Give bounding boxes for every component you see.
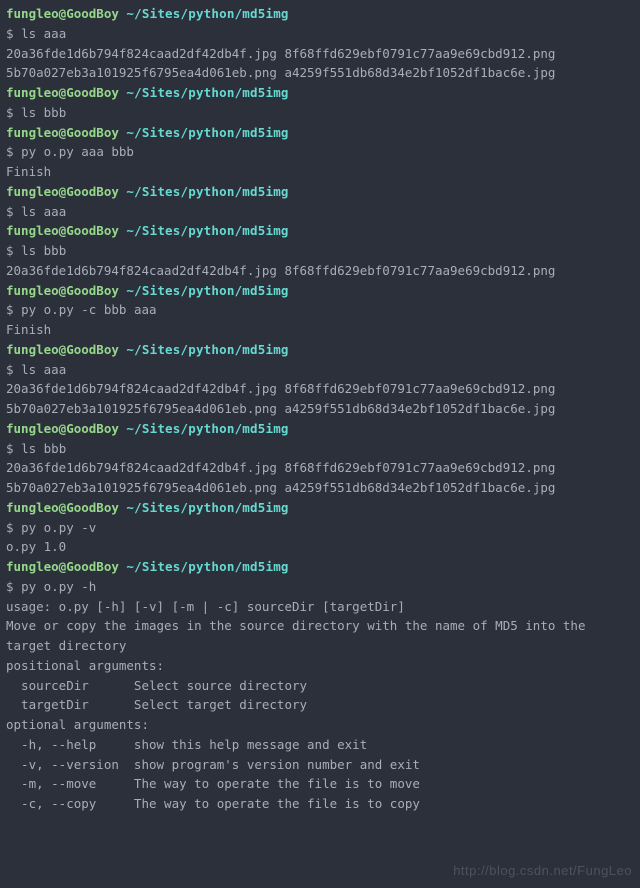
file-2: 8f68ffd629ebf0791c77aa9e69cbd912.png bbox=[284, 46, 555, 61]
prompt-line: fungleo@GoodBoy ~/Sites/python/md5img bbox=[6, 557, 634, 577]
prompt-user: fungleo@GoodBoy bbox=[6, 6, 119, 21]
command-text: ls bbb bbox=[21, 243, 66, 258]
prompt-user: fungleo@GoodBoy bbox=[6, 125, 119, 140]
file-4: a4259f551db68d34e2bf1052df1bac6e.jpg bbox=[284, 480, 555, 495]
output-line: 20a36fde1d6b794f824caad2df42db4f.jpg 8f6… bbox=[6, 379, 634, 399]
command-line: $ py o.py aaa bbb bbox=[6, 142, 634, 162]
command-line: $ ls bbb bbox=[6, 439, 634, 459]
command-text: py o.py -h bbox=[21, 579, 96, 594]
prompt-path: ~/Sites/python/md5img bbox=[126, 85, 288, 100]
prompt-path: ~/Sites/python/md5img bbox=[126, 500, 288, 515]
prompt-line: fungleo@GoodBoy ~/Sites/python/md5img bbox=[6, 281, 634, 301]
help-opt-v: -v, --version show program's version num… bbox=[6, 755, 634, 775]
file-1: 20a36fde1d6b794f824caad2df42db4f.jpg bbox=[6, 460, 277, 475]
help-desc: target directory bbox=[6, 636, 634, 656]
prompt-line: fungleo@GoodBoy ~/Sites/python/md5img bbox=[6, 340, 634, 360]
prompt-line: fungleo@GoodBoy ~/Sites/python/md5img bbox=[6, 182, 634, 202]
file-1: 20a36fde1d6b794f824caad2df42db4f.jpg bbox=[6, 381, 277, 396]
prompt-path: ~/Sites/python/md5img bbox=[126, 342, 288, 357]
file-4: a4259f551db68d34e2bf1052df1bac6e.jpg bbox=[284, 401, 555, 416]
prompt-symbol: $ bbox=[6, 26, 14, 41]
terminal[interactable]: fungleo@GoodBoy ~/Sites/python/md5img $ … bbox=[6, 4, 634, 814]
prompt-line: fungleo@GoodBoy ~/Sites/python/md5img bbox=[6, 4, 634, 24]
prompt-line: fungleo@GoodBoy ~/Sites/python/md5img bbox=[6, 221, 634, 241]
file-2: 8f68ffd629ebf0791c77aa9e69cbd912.png bbox=[284, 263, 555, 278]
prompt-symbol: $ bbox=[6, 204, 14, 219]
prompt-line: fungleo@GoodBoy ~/Sites/python/md5img bbox=[6, 123, 634, 143]
help-opt-header: optional arguments: bbox=[6, 715, 634, 735]
file-3: 5b70a027eb3a101925f6795ea4d061eb.png bbox=[6, 480, 277, 495]
help-opt-h: -h, --help show this help message and ex… bbox=[6, 735, 634, 755]
prompt-path: ~/Sites/python/md5img bbox=[126, 184, 288, 199]
output-line: 5b70a027eb3a101925f6795ea4d061eb.png a42… bbox=[6, 63, 634, 83]
watermark-text: http://blog.csdn.net/FungLeo bbox=[453, 861, 632, 882]
prompt-symbol: $ bbox=[6, 441, 14, 456]
prompt-user: fungleo@GoodBoy bbox=[6, 85, 119, 100]
file-4: a4259f551db68d34e2bf1052df1bac6e.jpg bbox=[284, 65, 555, 80]
command-line: $ ls bbb bbox=[6, 103, 634, 123]
prompt-path: ~/Sites/python/md5img bbox=[126, 559, 288, 574]
command-line: $ ls aaa bbox=[6, 202, 634, 222]
command-line: $ ls aaa bbox=[6, 360, 634, 380]
prompt-line: fungleo@GoodBoy ~/Sites/python/md5img bbox=[6, 498, 634, 518]
prompt-line: fungleo@GoodBoy ~/Sites/python/md5img bbox=[6, 83, 634, 103]
command-text: ls aaa bbox=[21, 204, 66, 219]
help-pos-source: sourceDir Select source directory bbox=[6, 676, 634, 696]
file-2: 8f68ffd629ebf0791c77aa9e69cbd912.png bbox=[284, 381, 555, 396]
prompt-symbol: $ bbox=[6, 520, 14, 535]
prompt-path: ~/Sites/python/md5img bbox=[126, 223, 288, 238]
prompt-user: fungleo@GoodBoy bbox=[6, 283, 119, 298]
command-text: ls aaa bbox=[21, 362, 66, 377]
command-line: $ py o.py -h bbox=[6, 577, 634, 597]
command-line: $ py o.py -v bbox=[6, 518, 634, 538]
prompt-user: fungleo@GoodBoy bbox=[6, 500, 119, 515]
output-line: 20a36fde1d6b794f824caad2df42db4f.jpg 8f6… bbox=[6, 44, 634, 64]
help-opt-c: -c, --copy The way to operate the file i… bbox=[6, 794, 634, 814]
file-3: 5b70a027eb3a101925f6795ea4d061eb.png bbox=[6, 65, 277, 80]
command-line: $ ls bbb bbox=[6, 241, 634, 261]
prompt-symbol: $ bbox=[6, 243, 14, 258]
command-text: ls bbb bbox=[21, 441, 66, 456]
output-line: o.py 1.0 bbox=[6, 537, 634, 557]
prompt-symbol: $ bbox=[6, 144, 14, 159]
prompt-user: fungleo@GoodBoy bbox=[6, 342, 119, 357]
command-line: $ py o.py -c bbb aaa bbox=[6, 300, 634, 320]
command-text: py o.py -v bbox=[21, 520, 96, 535]
file-1: 20a36fde1d6b794f824caad2df42db4f.jpg bbox=[6, 263, 277, 278]
prompt-path: ~/Sites/python/md5img bbox=[126, 283, 288, 298]
prompt-user: fungleo@GoodBoy bbox=[6, 223, 119, 238]
output-line: 20a36fde1d6b794f824caad2df42db4f.jpg 8f6… bbox=[6, 458, 634, 478]
command-line: $ ls aaa bbox=[6, 24, 634, 44]
prompt-user: fungleo@GoodBoy bbox=[6, 421, 119, 436]
command-text: py o.py -c bbb aaa bbox=[21, 302, 156, 317]
output-line: Finish bbox=[6, 162, 634, 182]
command-text: py o.py aaa bbb bbox=[21, 144, 134, 159]
prompt-symbol: $ bbox=[6, 579, 14, 594]
help-desc: Move or copy the images in the source di… bbox=[6, 616, 634, 636]
help-opt-m: -m, --move The way to operate the file i… bbox=[6, 774, 634, 794]
file-1: 20a36fde1d6b794f824caad2df42db4f.jpg bbox=[6, 46, 277, 61]
prompt-symbol: $ bbox=[6, 105, 14, 120]
prompt-user: fungleo@GoodBoy bbox=[6, 184, 119, 199]
help-usage: usage: o.py [-h] [-v] [-m | -c] sourceDi… bbox=[6, 597, 634, 617]
help-pos-target: targetDir Select target directory bbox=[6, 695, 634, 715]
command-text: ls aaa bbox=[21, 26, 66, 41]
command-text: ls bbb bbox=[21, 105, 66, 120]
output-line: 5b70a027eb3a101925f6795ea4d061eb.png a42… bbox=[6, 478, 634, 498]
prompt-line: fungleo@GoodBoy ~/Sites/python/md5img bbox=[6, 419, 634, 439]
prompt-symbol: $ bbox=[6, 302, 14, 317]
output-line: 20a36fde1d6b794f824caad2df42db4f.jpg 8f6… bbox=[6, 261, 634, 281]
prompt-path: ~/Sites/python/md5img bbox=[126, 125, 288, 140]
file-2: 8f68ffd629ebf0791c77aa9e69cbd912.png bbox=[284, 460, 555, 475]
output-line: 5b70a027eb3a101925f6795ea4d061eb.png a42… bbox=[6, 399, 634, 419]
prompt-user: fungleo@GoodBoy bbox=[6, 559, 119, 574]
prompt-path: ~/Sites/python/md5img bbox=[126, 421, 288, 436]
output-line: Finish bbox=[6, 320, 634, 340]
prompt-symbol: $ bbox=[6, 362, 14, 377]
help-pos-header: positional arguments: bbox=[6, 656, 634, 676]
prompt-path: ~/Sites/python/md5img bbox=[126, 6, 288, 21]
file-3: 5b70a027eb3a101925f6795ea4d061eb.png bbox=[6, 401, 277, 416]
